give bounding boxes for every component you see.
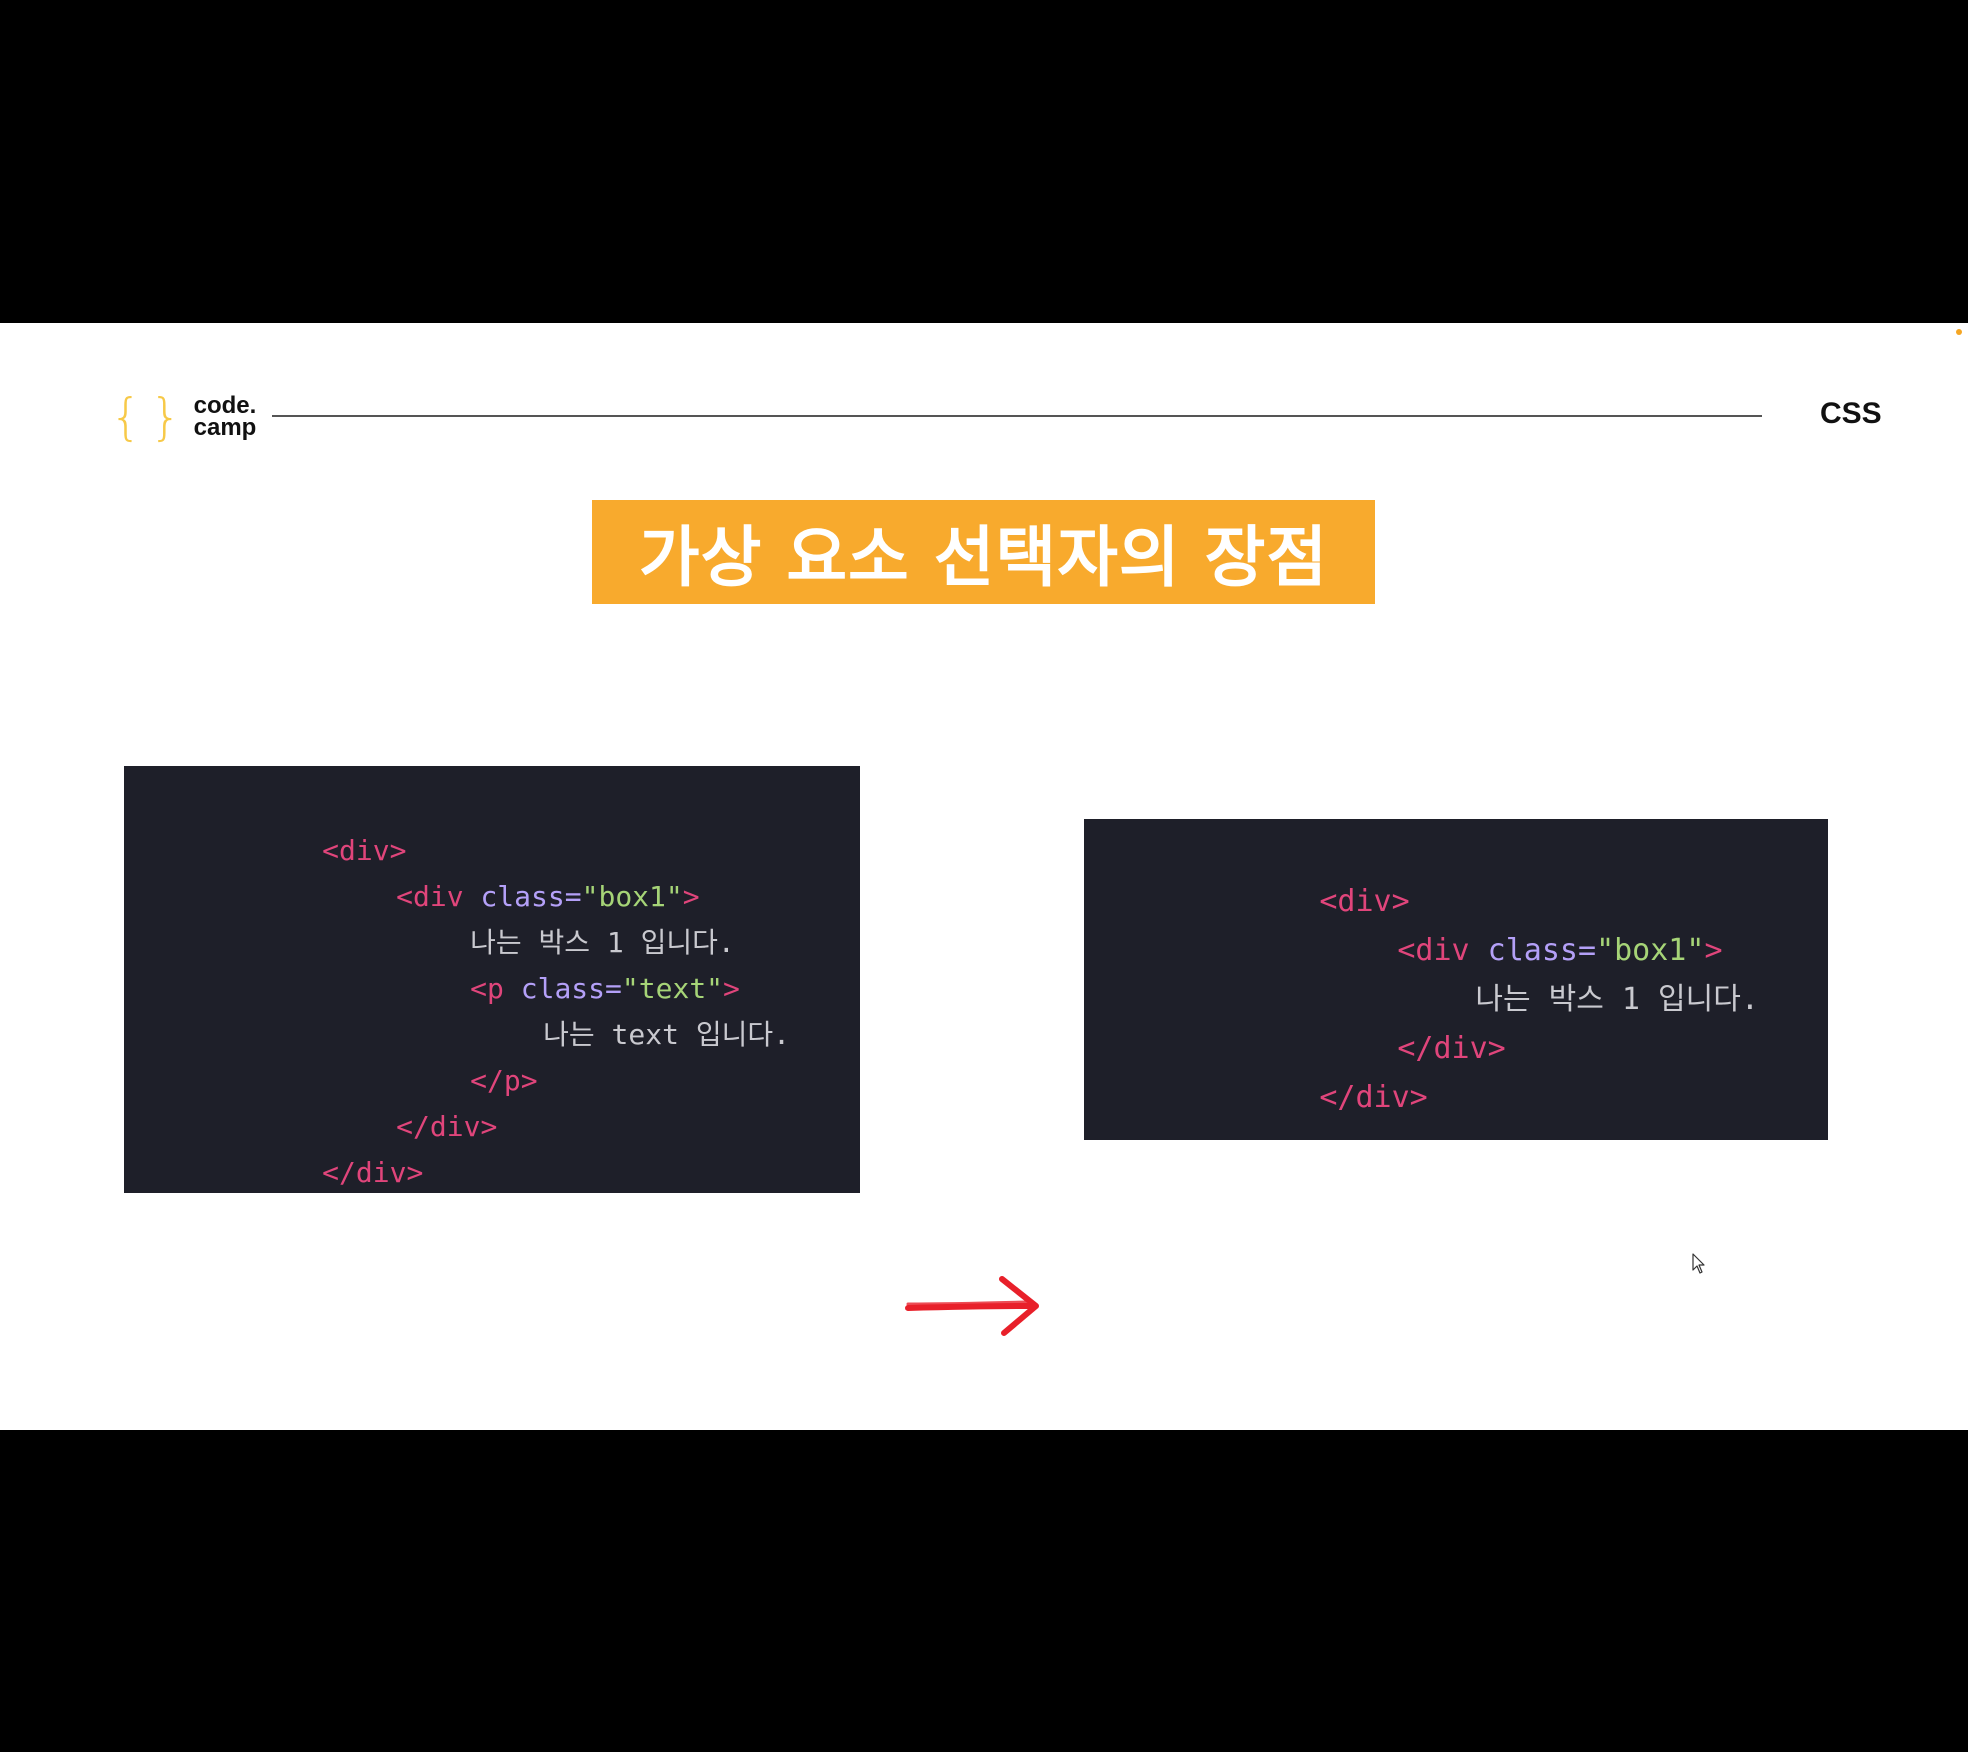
section-tag: CSS: [1820, 397, 1882, 430]
slide: {} code. camp CSS 가상 요소 선택자의 장점 <div> <d…: [0, 323, 1968, 1430]
code-line: </div>: [221, 1131, 423, 1215]
braces-logo-icon: {}: [110, 388, 190, 446]
logo-text: code. camp: [193, 393, 257, 441]
mouse-pointer-icon: [1692, 1253, 1705, 1274]
code-tag: </div>: [1319, 1080, 1428, 1115]
code-panel-before: <div> <div class="box1"> 나는 박스 1 입니다. <p…: [124, 766, 860, 1193]
code-panel-after: <div> <div class="box1"> 나는 박스 1 입니다. </…: [1084, 819, 1828, 1140]
header-divider: [272, 415, 1762, 417]
corner-dot: [1956, 329, 1962, 335]
letterbox-bottom: [0, 1430, 1968, 1752]
slide-title: 가상 요소 선택자의 장점: [638, 519, 1329, 596]
title-banner: 가상 요소 선택자의 장점: [592, 500, 1375, 604]
letterbox-top: [0, 0, 1968, 323]
code-tag: </div>: [322, 1156, 424, 1189]
logo-line-2: camp: [193, 414, 257, 441]
codecamp-logo: {} code. camp: [110, 391, 256, 443]
red-arrow-right-icon: [905, 1276, 1039, 1336]
code-text: 나는 박스 1 입니다.: [1475, 982, 1759, 1017]
code-line: </div>: [1211, 1053, 1428, 1143]
code-text: 나는 text 입니다.: [543, 1018, 790, 1051]
